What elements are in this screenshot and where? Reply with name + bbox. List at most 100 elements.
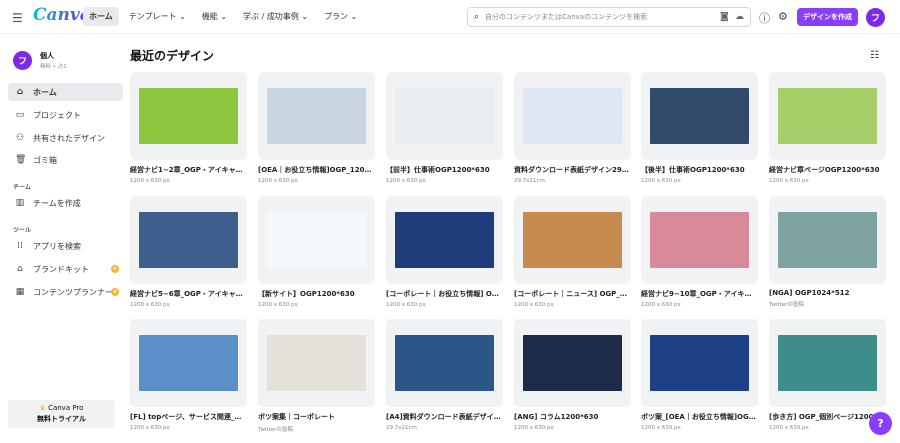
camera-icon[interactable]: ◙ xyxy=(720,12,729,22)
design-card[interactable]: 【後半】仕事術OGP1200*630 1200 x 630 px xyxy=(641,72,758,184)
account-avatar[interactable]: フ xyxy=(13,51,32,70)
nav-features[interactable]: 機能 ⌄ xyxy=(196,7,233,26)
pro-subtitle: 無料トライアル xyxy=(37,415,86,423)
sidebar-item-label: ブランドキット xyxy=(33,264,89,274)
design-title[interactable]: 経営ナビ5~6章_OGP・アイキャッ... xyxy=(130,289,247,299)
team-heading: チーム xyxy=(13,184,31,191)
design-title[interactable]: ボツ案集｜コーポレート xyxy=(258,412,375,422)
design-card[interactable]: 経営ナビ5~6章_OGP・アイキャッ... 1200 x 630 px xyxy=(130,196,247,308)
list-view-icon[interactable]: ☷ xyxy=(870,50,879,61)
upload-cloud-icon[interactable]: ☁ xyxy=(735,12,744,22)
design-card[interactable]: [FL] topページ、サービス関連_OG... 1200 x 630 px xyxy=(130,319,247,431)
design-card[interactable]: 経営ナビ9~10章_OGP・アイキャッ... 1200 x 630 px xyxy=(641,196,758,308)
design-preview xyxy=(267,335,366,391)
design-size: 29.7x21cm xyxy=(514,178,545,184)
design-thumbnail[interactable] xyxy=(386,196,503,284)
design-thumbnail[interactable] xyxy=(258,72,375,160)
design-preview xyxy=(395,335,494,391)
design-title[interactable]: [A4]資料ダウンロード表紙デザイン2... xyxy=(386,412,503,422)
design-thumbnail[interactable] xyxy=(514,72,631,160)
design-card[interactable]: ボツ案集｜コーポレート Twitterの投稿 xyxy=(258,319,375,433)
sidebar-item-trash[interactable]: 🗑 ゴミ箱 xyxy=(8,151,123,169)
design-thumbnail[interactable] xyxy=(641,196,758,284)
nav-home[interactable]: ホーム xyxy=(83,7,119,26)
menu-icon[interactable]: ☰ xyxy=(12,11,23,25)
help-button[interactable]: ? xyxy=(869,412,892,435)
design-title[interactable]: 【後半】仕事術OGP1200*630 xyxy=(641,165,758,175)
design-thumbnail[interactable] xyxy=(641,319,758,407)
design-thumbnail[interactable] xyxy=(514,319,631,407)
design-size: 1200 x 630 px xyxy=(130,302,170,308)
create-design-button[interactable]: デザインを作成 xyxy=(797,8,858,26)
design-title[interactable]: 【前半】仕事術OGP1200*630 xyxy=(386,165,503,175)
design-size: 1200 x 630 px xyxy=(641,178,681,184)
design-title[interactable]: [コーポレート｜お役立ち情報] OG... xyxy=(386,289,503,299)
design-card[interactable]: [ANG] コラム1200*630 1200 x 630 px xyxy=(514,319,631,431)
design-thumbnail[interactable] xyxy=(769,72,886,160)
design-card[interactable]: [OEA｜お役立ち情報]OGP_1200*630 1200 x 630 px xyxy=(258,72,375,184)
design-thumbnail[interactable] xyxy=(130,72,247,160)
design-title[interactable]: [FL] topページ、サービス関連_OG... xyxy=(130,412,247,422)
sidebar-item-brand-kit[interactable]: ⌂ ブランドキット ★ xyxy=(8,260,123,278)
design-thumbnail[interactable] xyxy=(769,319,886,407)
design-thumbnail[interactable] xyxy=(130,319,247,407)
design-thumbnail[interactable] xyxy=(769,196,886,284)
design-card[interactable]: [コーポレート｜お役立ち情報] OG... 1200 x 630 px xyxy=(386,196,503,308)
sidebar-item-home[interactable]: ⌂ ホーム xyxy=(8,83,123,101)
nav-plans[interactable]: プラン ⌄ xyxy=(318,7,363,26)
design-title[interactable]: [ANG] コラム1200*630 xyxy=(514,412,631,422)
design-preview xyxy=(523,335,622,391)
design-title[interactable]: ボツ案_[OEA｜お役立ち情報]OGP_1... xyxy=(641,412,758,422)
gear-icon[interactable]: ⚙ xyxy=(778,10,788,23)
design-card[interactable]: 経営ナビ1~2章_OGP・アイキャッチ... 1200 x 630 px xyxy=(130,72,247,184)
design-title[interactable]: [コーポレート｜ニュース] OGP_個... xyxy=(514,289,631,299)
sidebar-item-projects[interactable]: ▭ プロジェクト xyxy=(8,106,123,124)
design-title[interactable]: 経営ナビ章ページOGP1200*630 xyxy=(769,165,886,175)
sidebar-item-apps[interactable]: ⁞⁞ アプリを検索 xyxy=(8,237,123,255)
design-title[interactable]: [NGA] OGP1024*512 xyxy=(769,289,886,297)
design-thumbnail[interactable] xyxy=(258,319,375,407)
design-card[interactable]: 【新サイト】OGP1200*630 1200 x 630 px xyxy=(258,196,375,308)
design-thumbnail[interactable] xyxy=(514,196,631,284)
design-thumbnail[interactable] xyxy=(386,72,503,160)
design-thumbnail[interactable] xyxy=(130,196,247,284)
folder-icon: ▭ xyxy=(15,110,25,120)
design-card[interactable]: ボツ案_[OEA｜お役立ち情報]OGP_1... 1200 x 630 px xyxy=(641,319,758,431)
design-card[interactable]: [NGA] OGP1024*512 Twitterの投稿 xyxy=(769,196,886,308)
design-size: 1200 x 630 px xyxy=(514,425,554,431)
account-name[interactable]: 個人 xyxy=(40,51,54,61)
design-card[interactable]: 【前半】仕事術OGP1200*630 1200 x 630 px xyxy=(386,72,503,184)
nav-templates[interactable]: テンプレート ⌄ xyxy=(123,7,192,26)
design-card[interactable]: 資料ダウンロード表紙デザイン29.7c... 29.7x21cm xyxy=(514,72,631,184)
home-icon: ⌂ xyxy=(16,87,24,97)
nav-learn[interactable]: 学ぶ / 成功事例 ⌄ xyxy=(237,7,314,26)
design-thumbnail[interactable] xyxy=(386,319,503,407)
design-title[interactable]: [OEA｜お役立ち情報]OGP_1200*630 xyxy=(258,165,375,175)
design-title[interactable]: 【新サイト】OGP1200*630 xyxy=(258,289,375,299)
design-thumbnail[interactable] xyxy=(641,72,758,160)
sidebar-item-content-planner[interactable]: ▦ コンテンツプランナー ★ xyxy=(8,283,123,301)
apps-grid-icon: ⁞⁞ xyxy=(17,241,23,251)
design-preview xyxy=(139,212,238,268)
sidebar-item-label: プロジェクト xyxy=(33,110,81,120)
sidebar-item-shared[interactable]: ⚇ 共有されたデザイン xyxy=(8,129,123,147)
design-card[interactable]: [歩き方] OGP_個別ページ1200*630 1200 x 630 px xyxy=(769,319,886,431)
search-input[interactable]: ⌕ 自分のコンテンツまたはCanvaのコンテンツを検索 ◙ ☁ xyxy=(467,7,751,27)
help-icon[interactable]: ⓘ xyxy=(759,10,770,26)
design-size: 1200 x 630 px xyxy=(258,178,298,184)
sidebar-item-label: ゴミ箱 xyxy=(33,155,57,165)
design-title[interactable]: 資料ダウンロード表紙デザイン29.7c... xyxy=(514,165,631,175)
design-card[interactable]: 経営ナビ章ページOGP1200*630 1200 x 630 px xyxy=(769,72,886,184)
design-size: 1200 x 630 px xyxy=(769,178,809,184)
design-card[interactable]: [コーポレート｜ニュース] OGP_個... 1200 x 630 px xyxy=(514,196,631,308)
avatar[interactable]: フ xyxy=(866,8,885,27)
canva-pro-trial-button[interactable]: ♛ Canva Pro 無料トライアル xyxy=(8,400,115,428)
design-card[interactable]: [A4]資料ダウンロード表紙デザイン2... 29.7x21cm xyxy=(386,319,503,431)
shared-users-icon: ⚇ xyxy=(15,133,25,143)
design-title[interactable]: 経営ナビ1~2章_OGP・アイキャッチ... xyxy=(130,165,247,175)
design-size: 1200 x 630 px xyxy=(130,178,170,184)
sidebar-item-create-team[interactable]: ▥ チームを作成 xyxy=(8,194,123,212)
design-preview xyxy=(139,88,238,144)
design-thumbnail[interactable] xyxy=(258,196,375,284)
design-title[interactable]: 経営ナビ9~10章_OGP・アイキャッ... xyxy=(641,289,758,299)
